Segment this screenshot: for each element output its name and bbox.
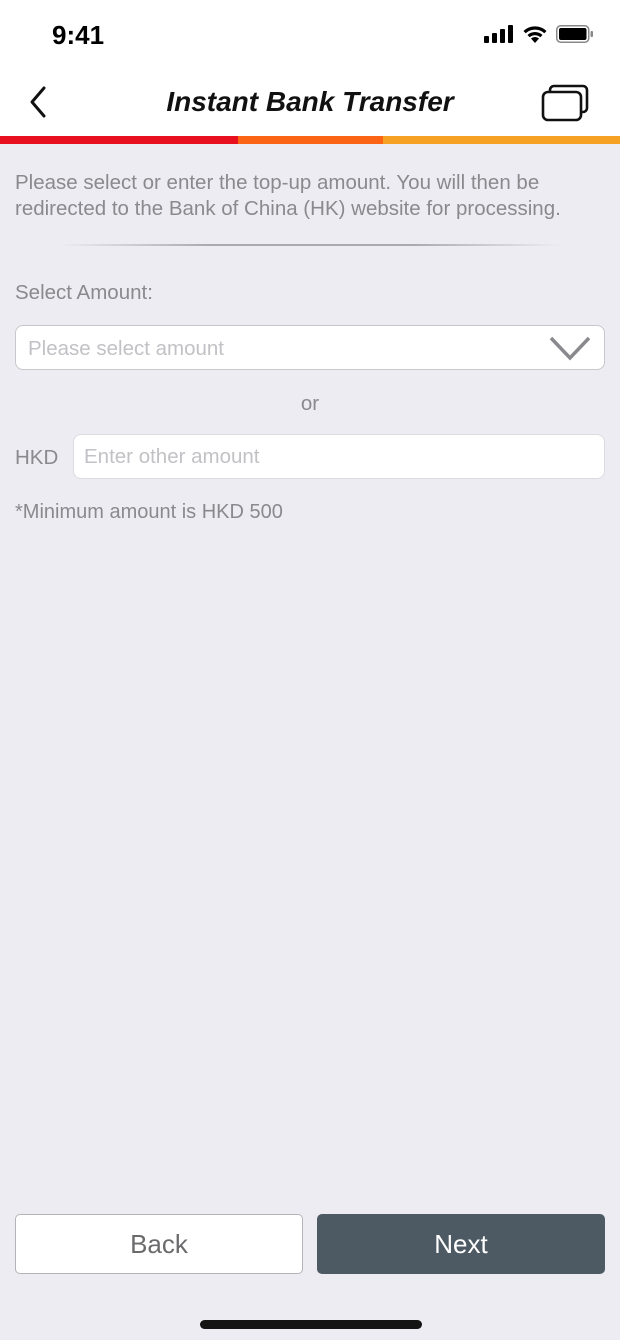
back-button[interactable]: Back [15,1214,303,1274]
status-time: 9:41 [52,20,105,50]
step-progress-bar [0,136,620,144]
progress-segment-3 [383,136,620,144]
cellular-signal-icon [484,24,513,43]
windows-stack-icon[interactable] [540,84,590,122]
status-bar: 9:41 [0,0,620,70]
intro-text: Please select or enter the top-up amount… [15,171,561,220]
progress-segment-1 [0,136,238,144]
currency-label: HKD [15,446,59,469]
amount-select-dropdown[interactable]: Please select amount [15,325,605,370]
battery-icon [556,24,593,43]
status-icons [484,24,594,43]
navigation-bar: Instant Bank Transfer [0,70,620,136]
page-title: Instant Bank Transfer [166,86,454,117]
other-amount-input[interactable] [73,434,605,479]
minimum-amount-note: *Minimum amount is HKD 500 [15,501,283,523]
chevron-down-icon [549,336,591,361]
progress-segment-2 [238,136,383,144]
select-placeholder: Please select amount [28,337,225,360]
next-button[interactable]: Next [317,1214,605,1274]
select-amount-label: Select Amount: [15,281,153,304]
divider [60,244,560,246]
home-indicator[interactable] [200,1320,422,1329]
or-separator: or [300,392,320,415]
wifi-icon [523,26,547,43]
